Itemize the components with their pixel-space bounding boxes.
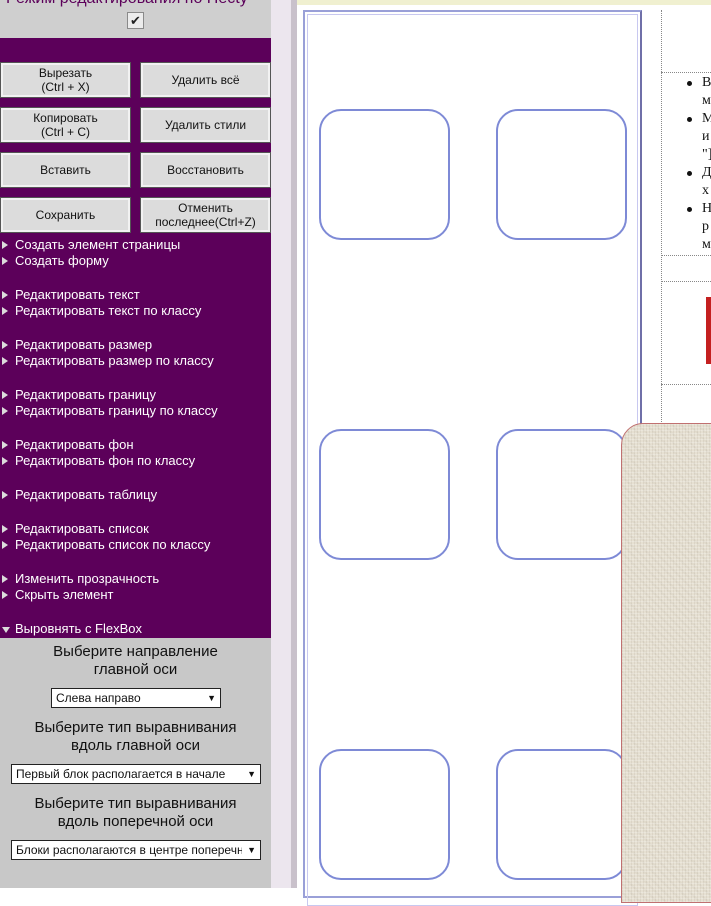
menu-edit-list-class[interactable]: Редактировать список по классу [15, 537, 210, 553]
cross-axis-align-select[interactable]: Блоки располагаются в центре поперечной … [11, 840, 261, 860]
expand-arrow-icon [2, 441, 8, 449]
list-item-text: м [702, 237, 711, 252]
chevron-down-icon: ▼ [247, 845, 256, 855]
menu-create-element[interactable]: Создать элемент страницы [15, 237, 180, 253]
expand-arrow-icon [2, 257, 8, 265]
undo-button-shortcut: последнее(Ctrl+Z) [155, 215, 256, 229]
list-item-text: Д [702, 165, 711, 180]
main-axis-align-select[interactable]: Первый блок располагается в начале ▼ [11, 764, 261, 784]
collapse-arrow-icon [2, 627, 10, 633]
page-top-border [297, 0, 711, 5]
menu-edit-border-class[interactable]: Редактировать границу по классу [15, 403, 218, 419]
list-item-text: Н [702, 201, 711, 216]
menu-edit-text[interactable]: Редактировать текст [15, 287, 140, 303]
label-line: Выберите тип выравнивания [34, 719, 237, 736]
main-axis-direction-select[interactable]: Слева направо ▼ [51, 688, 221, 708]
delete-all-button[interactable]: Удалить всё [140, 62, 271, 98]
edit-mode-title: Режим редактирования по Hecty [6, 0, 271, 8]
menu-edit-bg[interactable]: Редактировать фон [15, 437, 134, 453]
expand-arrow-icon [2, 291, 8, 299]
menu-create-form[interactable]: Создать форму [15, 253, 109, 269]
bullet-icon [687, 207, 692, 212]
list-item-text: р [702, 219, 709, 234]
main-axis-align-label: Выберите тип выравнивания вдоль главной … [0, 719, 271, 755]
paste-button[interactable]: Вставить [0, 152, 131, 188]
red-block[interactable] [706, 297, 711, 364]
delete-styles-button[interactable]: Удалить стили [140, 107, 271, 143]
expand-arrow-icon [2, 407, 8, 415]
bullet-icon [687, 171, 692, 176]
editor-panel: Режим редактирования по Hecty ✔ Вырезать… [0, 0, 271, 888]
expand-arrow-icon [2, 341, 8, 349]
select-value: Слева направо [56, 691, 141, 705]
expand-arrow-icon [2, 307, 8, 315]
label-line: главной оси [93, 661, 178, 678]
menu-change-opacity[interactable]: Изменить прозрачность [15, 571, 159, 587]
menu-edit-list[interactable]: Редактировать список [15, 521, 149, 537]
expand-arrow-icon [2, 391, 8, 399]
linen-texture-panel[interactable] [621, 423, 711, 903]
menu-flexbox[interactable]: Выровнять с FlexBox [15, 621, 142, 637]
expand-arrow-icon [2, 575, 8, 583]
bullet-icon [687, 117, 692, 122]
list-item-text: х [702, 183, 709, 198]
menu-edit-table[interactable]: Редактировать таблицу [15, 487, 157, 503]
copy-button-label: Копировать [33, 111, 98, 125]
menu-hide-element[interactable]: Скрыть элемент [15, 587, 113, 603]
chevron-down-icon: ▼ [247, 769, 256, 779]
cut-button[interactable]: Вырезать (Ctrl + X) [0, 62, 131, 98]
flex-item-card[interactable] [496, 429, 627, 560]
cut-button-shortcut: (Ctrl + X) [41, 80, 90, 94]
expand-arrow-icon [2, 525, 8, 533]
panel-divider-shadow [291, 0, 297, 888]
expand-arrow-icon [2, 241, 8, 249]
list-item-text: "] [702, 147, 711, 162]
expand-arrow-icon [2, 357, 8, 365]
copy-button-shortcut: (Ctrl + C) [41, 125, 90, 139]
flexbox-settings: Выберите направление главной оси Слева н… [0, 638, 271, 888]
cut-button-label: Вырезать [38, 66, 93, 80]
flex-item-card[interactable] [496, 109, 627, 240]
flex-item-card[interactable] [319, 749, 450, 880]
menu-edit-border[interactable]: Редактировать границу [15, 387, 156, 403]
copy-button[interactable]: Копировать (Ctrl + C) [0, 107, 131, 143]
undo-button[interactable]: Отменить последнее(Ctrl+Z) [140, 197, 271, 233]
chevron-down-icon: ▼ [207, 693, 216, 703]
bullet-list: В м М и "] Д х Н р м [661, 72, 711, 256]
content-block [661, 281, 711, 385]
expand-arrow-icon [2, 591, 8, 599]
panel-divider [271, 0, 291, 888]
menu-edit-size[interactable]: Редактировать размер [15, 337, 152, 353]
flex-item-card[interactable] [319, 429, 450, 560]
edit-mode-checkbox[interactable]: ✔ [127, 12, 144, 29]
restore-button[interactable]: Восстановить [140, 152, 271, 188]
select-value: Блоки располагаются в центре поперечной … [16, 843, 242, 857]
expand-arrow-icon [2, 491, 8, 499]
cross-axis-align-label: Выберите тип выравнивания вдоль поперечн… [0, 795, 271, 831]
undo-button-label: Отменить [178, 201, 233, 215]
edit-mode-header: Режим редактирования по Hecty ✔ [0, 0, 271, 38]
list-item-text: М [702, 111, 711, 126]
bullet-icon [687, 81, 692, 86]
menu-edit-text-class[interactable]: Редактировать текст по классу [15, 303, 201, 319]
save-button[interactable]: Сохранить [0, 197, 131, 233]
flex-item-card[interactable] [496, 749, 627, 880]
menu-edit-size-class[interactable]: Редактировать размер по классу [15, 353, 214, 369]
select-value: Первый блок располагается в начале [16, 767, 226, 781]
expand-arrow-icon [2, 457, 8, 465]
list-item-text: м [702, 93, 711, 108]
list-item-text: В [702, 75, 711, 90]
flex-container[interactable] [303, 10, 642, 906]
label-line: Выберите тип выравнивания [34, 795, 237, 812]
label-line: вдоль поперечной оси [57, 813, 214, 830]
main-axis-direction-label: Выберите направление главной оси [0, 643, 271, 679]
list-item-text: и [702, 129, 710, 144]
menu-edit-bg-class[interactable]: Редактировать фон по классу [15, 453, 195, 469]
flex-item-card[interactable] [319, 109, 450, 240]
label-line: Выберите направление [53, 643, 218, 660]
expand-arrow-icon [2, 541, 8, 549]
label-line: вдоль главной оси [71, 737, 200, 754]
